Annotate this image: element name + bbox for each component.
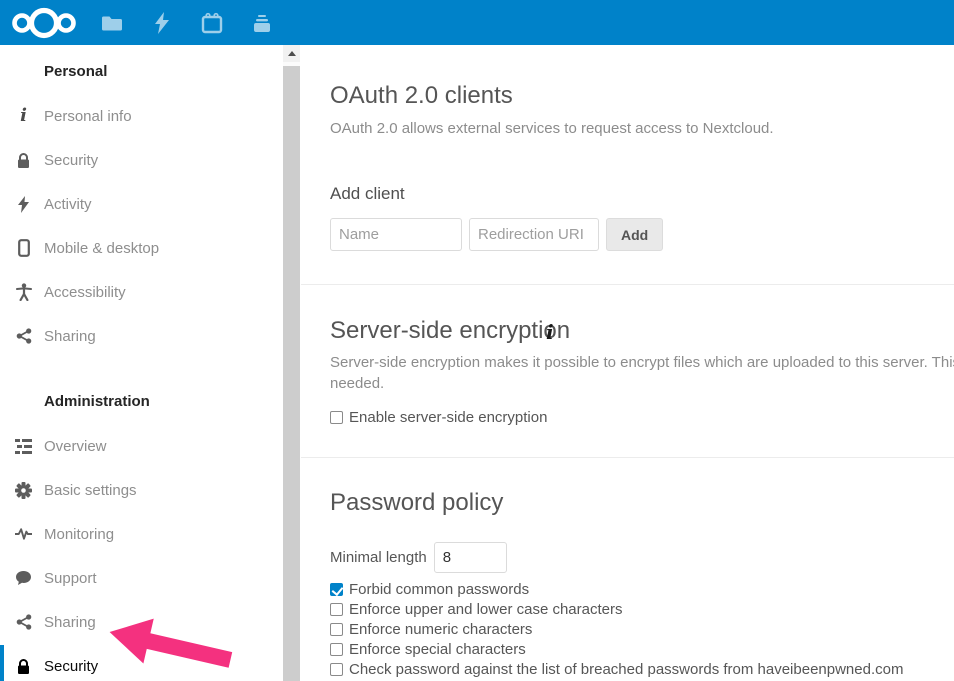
checkbox-label: Enable server-side encryption [349,409,547,426]
lightning-icon[interactable] [150,11,174,35]
sidebar-item-label: Monitoring [44,526,114,543]
checkbox-icon[interactable] [330,583,343,596]
info-icon: i [15,106,32,126]
add-client-button[interactable]: Add [606,218,663,251]
checkbox-label: Enforce numeric characters [349,621,532,638]
section-divider [301,284,954,285]
enforce-numeric-row[interactable]: Enforce numeric characters [330,621,532,638]
app-launcher [100,11,274,35]
sidebar-item-label: Sharing [44,614,96,631]
section-divider [301,457,954,458]
sidebar-item-label: Support [44,570,97,587]
minimal-length-input[interactable] [434,542,507,573]
encryption-description-line1: Server-side encryption makes it possible… [330,354,954,371]
check-hibp-row[interactable]: Check password against the list of breac… [330,661,903,678]
checkbox-icon[interactable] [330,603,343,616]
sidebar-item-label: Security [44,152,98,169]
add-client-form: Add [330,218,663,251]
sidebar-item-label: Security [44,658,98,675]
settings-content: OAuth 2.0 clients OAuth 2.0 allows exter… [300,0,954,681]
minimal-length-row: Minimal length [330,542,507,573]
list-icon [15,436,32,456]
active-item-indicator [0,645,4,681]
sidebar-item-label: Sharing [44,328,96,345]
encryption-description-line2: needed. [330,375,384,392]
enable-encryption-checkbox-row[interactable]: Enable server-side encryption [330,409,547,426]
sidebar-item-label: Overview [44,438,107,455]
folder-icon[interactable] [100,11,124,35]
checkbox-label: Check password against the list of breac… [349,661,903,678]
settings-sidebar: Personal i Personal info Security Activi… [0,45,300,681]
accessibility-icon [15,282,32,302]
share-icon [15,612,32,632]
checkbox-icon[interactable] [330,663,343,676]
sidebar-item-personal-info[interactable]: i Personal info [0,104,280,128]
info-icon[interactable]: i [546,320,554,344]
enforce-special-row[interactable]: Enforce special characters [330,641,526,658]
pulse-icon [15,524,32,544]
sidebar-section-personal: Personal [44,63,107,80]
sidebar-item-sharing-admin[interactable]: Sharing [0,610,280,634]
scrollbar-up-button[interactable] [283,45,300,62]
client-name-input[interactable] [330,218,462,251]
add-client-heading: Add client [330,184,405,204]
share-icon [15,326,32,346]
sidebar-item-label: Basic settings [44,482,137,499]
checkbox-label: Enforce upper and lower case characters [349,601,622,618]
oauth-section-title: OAuth 2.0 clients [330,82,513,110]
encryption-section-title: Server-side encryption [330,317,570,345]
sidebar-item-security-personal[interactable]: Security [0,148,280,172]
enforce-case-row[interactable]: Enforce upper and lower case characters [330,601,622,618]
deck-icon[interactable] [250,11,274,35]
nextcloud-logo[interactable] [10,5,78,41]
chevron-up-icon [288,51,296,56]
scrollbar-thumb[interactable] [283,66,300,681]
nextcloud-settings-page: Personal i Personal info Security Activi… [0,0,954,681]
lock-icon [15,656,32,676]
forbid-common-passwords-row[interactable]: Forbid common passwords [330,581,529,598]
minimal-length-label: Minimal length [330,549,427,566]
checkbox-label: Enforce special characters [349,641,526,658]
phone-icon [15,238,32,258]
sidebar-item-overview[interactable]: Overview [0,434,280,458]
lock-icon [15,150,32,170]
sidebar-item-sharing-personal[interactable]: Sharing [0,324,280,348]
checkbox-icon[interactable] [330,411,343,424]
calendar-icon[interactable] [200,11,224,35]
sidebar-item-security-admin[interactable]: Security [0,654,280,678]
sidebar-item-label: Accessibility [44,284,126,301]
checkbox-label: Forbid common passwords [349,581,529,598]
sidebar-item-basic-settings[interactable]: Basic settings [0,478,280,502]
sidebar-item-label: Mobile & desktop [44,240,159,257]
sidebar-item-support[interactable]: Support [0,566,280,590]
sidebar-item-activity[interactable]: Activity [0,192,280,216]
chat-icon [15,568,32,588]
checkbox-icon[interactable] [330,643,343,656]
oauth-description: OAuth 2.0 allows external services to re… [330,120,774,137]
sidebar-item-accessibility[interactable]: Accessibility [0,280,280,304]
sidebar-item-monitoring[interactable]: Monitoring [0,522,280,546]
checkbox-icon[interactable] [330,623,343,636]
gear-icon [15,480,32,500]
redirection-uri-input[interactable] [469,218,599,251]
sidebar-scrollbar[interactable] [283,45,300,681]
sidebar-item-label: Activity [44,196,92,213]
lightning-icon [15,194,32,214]
password-policy-section-title: Password policy [330,489,503,517]
sidebar-item-mobile-desktop[interactable]: Mobile & desktop [0,236,280,260]
sidebar-item-label: Personal info [44,108,132,125]
sidebar-section-administration: Administration [44,393,150,410]
